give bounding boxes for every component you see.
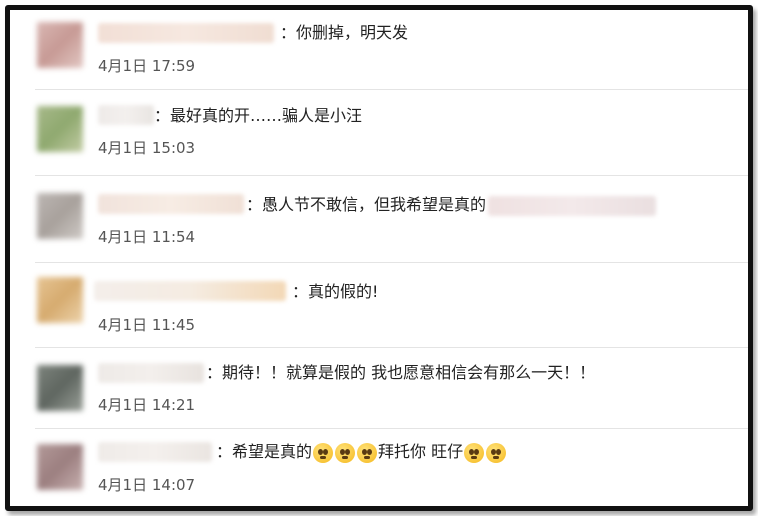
username-redacted[interactable] — [94, 281, 286, 301]
comment-item: ：真的假的! 4月1日 11:45 — [10, 263, 748, 348]
redacted-text — [488, 195, 657, 216]
comment-timestamp[interactable]: 4月1日 14:21 — [98, 395, 195, 415]
comment-text: ：希望是真的 拜托你 旺仔 — [216, 442, 507, 463]
pleading-face-emoji-icon — [335, 442, 356, 463]
comment-item: ：期待！！就算是假的 我也愿意相信会有那么一天！！ 4月1日 14:21 — [10, 348, 748, 429]
avatar[interactable] — [37, 444, 83, 490]
avatar[interactable] — [37, 365, 83, 411]
comment-timestamp[interactable]: 4月1日 14:07 — [98, 475, 195, 495]
comment-item: ：最好真的开……骗人是小汪 4月1日 15:03 — [10, 90, 748, 176]
avatar[interactable] — [37, 277, 83, 323]
avatar[interactable] — [37, 106, 83, 152]
username-redacted[interactable] — [98, 363, 204, 383]
comment-text: ：愚人节不敢信，但我希望是真的 — [246, 195, 657, 216]
comment-timestamp[interactable]: 4月1日 11:54 — [98, 227, 195, 247]
comment-text: ：你删掉，明天发 — [280, 23, 409, 42]
comment-timestamp[interactable]: 4月1日 11:45 — [98, 315, 195, 335]
pleading-face-emoji-icon — [486, 442, 507, 463]
username-redacted[interactable] — [98, 105, 154, 125]
comment-list-panel: ：你删掉，明天发 4月1日 17:59 ：最好真的开……骗人是小汪 4月1日 1… — [5, 5, 753, 511]
comment-item: ：愚人节不敢信，但我希望是真的 4月1日 11:54 — [10, 176, 748, 263]
comment-text: ：期待！！就算是假的 我也愿意相信会有那么一天！！ — [206, 363, 596, 382]
comment-timestamp[interactable]: 4月1日 15:03 — [98, 138, 195, 158]
avatar[interactable] — [37, 22, 83, 68]
username-redacted[interactable] — [98, 194, 244, 214]
comment-text: ：最好真的开……骗人是小汪 — [154, 106, 363, 125]
comment-timestamp[interactable]: 4月1日 17:59 — [98, 56, 195, 76]
pleading-face-emoji-icon — [357, 442, 378, 463]
avatar[interactable] — [37, 193, 83, 239]
comment-item: ：希望是真的 拜托你 旺仔 4月1日 14:07 — [10, 429, 748, 506]
comment-text: ：真的假的! — [292, 282, 379, 301]
pleading-face-emoji-icon — [313, 442, 334, 463]
username-redacted[interactable] — [98, 23, 274, 43]
pleading-face-emoji-icon — [464, 442, 485, 463]
username-redacted[interactable] — [98, 442, 212, 462]
comment-item: ：你删掉，明天发 4月1日 17:59 — [10, 10, 748, 90]
